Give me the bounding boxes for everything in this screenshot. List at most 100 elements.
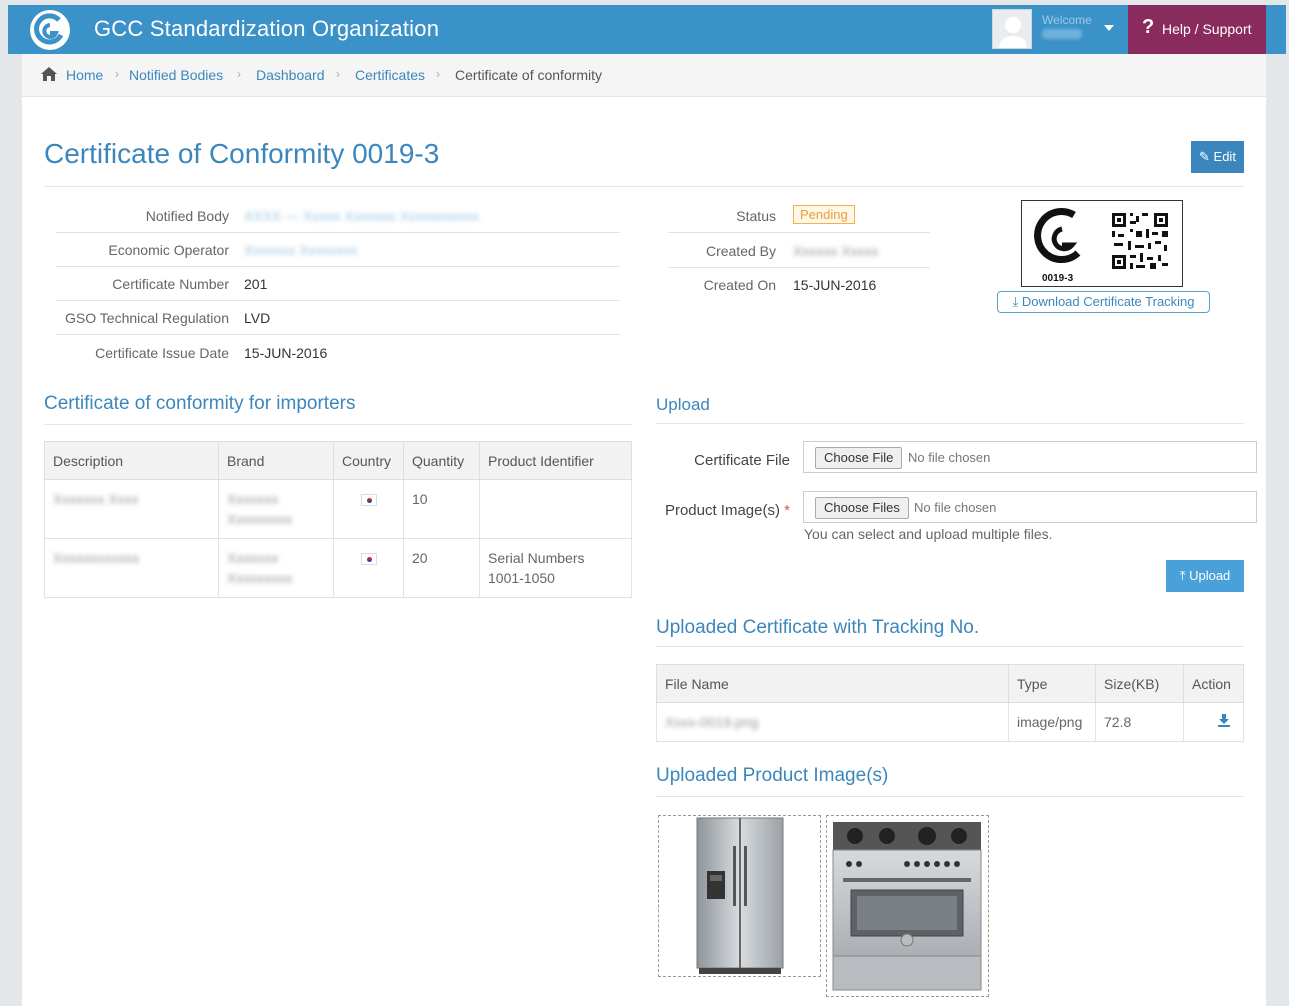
column-header-description[interactable]: Description [44, 441, 219, 480]
info-label: Certificate Number [112, 276, 229, 292]
cooking-range-image[interactable] [826, 815, 989, 997]
no-file-text: No file chosen [908, 450, 991, 465]
title-divider [44, 186, 1244, 187]
importers-table: Description Brand Country Quantity Produ… [44, 441, 632, 598]
uploaded-certificate-table: File Name Type Size(KB) Action Xxxx-0019… [656, 664, 1244, 742]
breadcrumb-separator: › [336, 67, 340, 81]
breadcrumb-certificates[interactable]: Certificates [355, 67, 425, 83]
table-row: Xxxxxxxxxxxx Xxxxxxx Xxxxxxxxx 20 Serial … [44, 538, 632, 598]
info-value-blurred: Xxxxxx Xxxxx [793, 243, 879, 259]
cell-country [333, 538, 404, 598]
edit-label: Edit [1213, 149, 1236, 164]
breadcrumb-notified-bodies[interactable]: Notified Bodies [129, 67, 223, 83]
info-value-blurred: XXXX — Xxxxx Xxxxxxx Xxxxxxxxxxx [244, 208, 479, 224]
importers-section-title: Certificate of conformity for importers [44, 393, 356, 414]
cell-country [333, 479, 404, 539]
info-value: 15-JUN-2016 [793, 277, 877, 293]
breadcrumb-home[interactable]: Home [66, 67, 103, 83]
upload-button[interactable]: ⤒ Upload [1166, 560, 1244, 592]
cell-product-identifier: Serial Numbers 1001-1050 [479, 538, 632, 598]
home-icon[interactable] [40, 66, 58, 82]
breadcrumb-dashboard[interactable]: Dashboard [256, 67, 325, 83]
column-header-product-identifier[interactable]: Product Identifier [479, 441, 632, 480]
section-divider [656, 646, 1244, 647]
app-title[interactable]: GCC Standardization Organization [94, 16, 439, 42]
breadcrumb-separator: › [436, 67, 440, 81]
download-icon: ⤓ [1012, 294, 1019, 309]
column-header-size[interactable]: Size(KB) [1095, 664, 1184, 703]
status-badge: Pending [793, 205, 855, 224]
user-menu[interactable]: Welcome [984, 5, 1128, 54]
main-container: Home › Notified Bodies › Dashboard › Cer… [22, 54, 1266, 1006]
column-header-type[interactable]: Type [1008, 664, 1096, 703]
info-label: GSO Technical Regulation [65, 310, 229, 326]
cell-brand: Xxxxxxx Xxxxxxxxx [218, 538, 334, 598]
question-icon: ? [1142, 16, 1155, 38]
page-title: Certificate of Conformity 0019-3 [44, 138, 440, 169]
info-label: Certificate Issue Date [95, 345, 229, 361]
column-header-brand[interactable]: Brand [218, 441, 334, 480]
cell-size: 72.8 [1095, 702, 1184, 742]
section-divider [44, 424, 632, 425]
table-header-row: File Name Type Size(KB) Action [656, 664, 1244, 703]
help-support-label: Help / Support [1162, 21, 1252, 37]
top-navbar: GCC Standardization Organization Welcome… [8, 5, 1286, 54]
identifier-line: 1001-1050 [488, 570, 555, 586]
certificate-tracking-image: 0019-3 [1021, 200, 1183, 287]
table-row: Xxxx-0019.png image/png 72.8 [656, 702, 1244, 742]
country-flag-icon [360, 553, 377, 566]
info-row-technical-regulation: GSO Technical Regulation LVD [56, 301, 620, 335]
edit-button[interactable]: ✎ Edit [1191, 141, 1244, 173]
status-badge-text: Pending [793, 205, 855, 224]
refrigerator-image-graphic [696, 817, 784, 974]
cell-file-name[interactable]: Xxxx-0019.png [656, 702, 1009, 742]
info-row-issue-date: Certificate Issue Date 15-JUN-2016 [56, 336, 620, 370]
certificate-file-input[interactable]: Choose File No file chosen [803, 441, 1257, 473]
avatar [992, 9, 1032, 49]
breadcrumb-separator: › [115, 67, 119, 81]
user-name [1042, 29, 1082, 39]
cell-description: Xxxxxxxxxxxx [44, 538, 219, 598]
info-label: Economic Operator [108, 242, 229, 258]
section-divider [656, 796, 1244, 797]
chevron-down-icon[interactable] [1104, 25, 1114, 31]
refrigerator-image[interactable] [658, 815, 821, 977]
info-row-status: Status Pending [668, 199, 930, 233]
info-label: Status [736, 208, 776, 224]
gso-logo-icon[interactable] [28, 8, 72, 52]
pencil-icon: ✎ [1199, 149, 1210, 164]
table-row: Xxxxxxx Xxxx Xxxxxxx Xxxxxxxxx 10 [44, 479, 632, 539]
upload-label: Upload [1189, 568, 1231, 583]
info-row-notified-body: Notified Body XXXX — Xxxxx Xxxxxxx Xxxxx… [56, 199, 620, 233]
country-flag-icon [360, 494, 377, 507]
column-header-file-name[interactable]: File Name [656, 664, 1009, 703]
help-support-button[interactable]: ? Help / Support [1128, 5, 1266, 54]
choose-files-button[interactable]: Choose Files [815, 497, 909, 519]
info-value: 15-JUN-2016 [244, 345, 328, 361]
info-row-created-on: Created On 15-JUN-2016 [668, 268, 930, 302]
download-icon[interactable] [1217, 713, 1231, 727]
column-header-action[interactable]: Action [1183, 664, 1244, 703]
tracking-code: 0019-3 [1042, 273, 1074, 284]
info-label: Created On [703, 277, 776, 293]
choose-file-button[interactable]: Choose File [815, 447, 903, 469]
uploaded-certificate-title: Uploaded Certificate with Tracking No. [656, 617, 980, 638]
cooking-range-image-graphic [832, 822, 982, 991]
cell-quantity: 10 [403, 479, 480, 539]
breadcrumb-current: Certificate of conformity [455, 67, 603, 83]
cell-product-identifier [479, 479, 632, 539]
column-header-quantity[interactable]: Quantity [403, 441, 480, 480]
cell-type: image/png [1008, 702, 1096, 742]
welcome-text: Welcome [1042, 13, 1092, 27]
info-value-blurred: Xxxxxxx Xxxxxxxx [244, 242, 358, 258]
product-images-input[interactable]: Choose Files No file chosen [803, 491, 1257, 523]
cell-description: Xxxxxxx Xxxx [44, 479, 219, 539]
breadcrumb: Home › Notified Bodies › Dashboard › Cer… [22, 54, 1266, 97]
product-images-label: Product Image(s) * [656, 502, 790, 519]
download-certificate-tracking-button[interactable]: ⤓ Download Certificate Tracking [997, 291, 1210, 313]
upload-icon: ⤒ [1179, 568, 1186, 583]
column-header-country[interactable]: Country [333, 441, 404, 480]
section-divider [656, 423, 1244, 424]
info-row-created-by: Created By Xxxxxx Xxxxx [668, 234, 930, 268]
info-value: 201 [244, 276, 268, 292]
